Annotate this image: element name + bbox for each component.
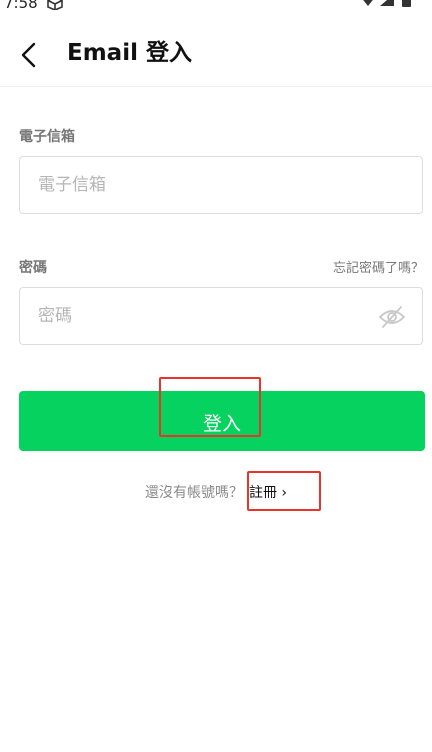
page-title: Email 登入 [67, 40, 192, 66]
password-input[interactable] [38, 288, 378, 344]
status-time: 7:58 [4, 0, 38, 12]
status-icons [363, 0, 411, 7]
status-bar: 7:58 [0, 0, 432, 12]
annotation-box-login [159, 377, 261, 437]
forgot-password-link[interactable]: 忘記密碼了嗎？ [333, 257, 424, 276]
email-label: 電子信箱 [19, 129, 75, 145]
app-bar: Email 登入 [0, 26, 432, 87]
back-arrow-icon [21, 42, 36, 68]
email-field-box [19, 156, 423, 214]
password-field-box [19, 287, 423, 345]
password-label: 密碼 [19, 260, 47, 276]
signup-row: 還沒有帳號嗎？ 註冊 › [0, 482, 432, 502]
toggle-password-visibility-button[interactable] [378, 304, 406, 330]
wifi-icon [363, 0, 373, 6]
cube-icon [47, 0, 63, 10]
battery-icon [402, 0, 411, 7]
email-input[interactable] [38, 157, 378, 213]
eye-off-icon [378, 306, 406, 328]
annotation-box-signup [247, 471, 321, 511]
back-button[interactable] [12, 38, 46, 72]
signal-icon [380, 0, 394, 6]
signup-prompt: 還沒有帳號嗎？ [144, 485, 243, 501]
